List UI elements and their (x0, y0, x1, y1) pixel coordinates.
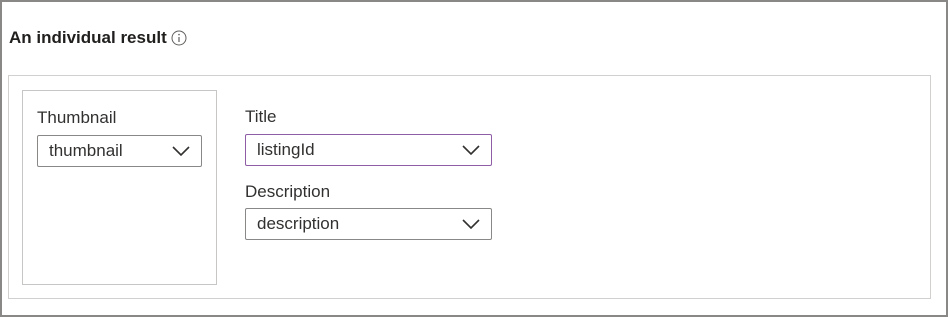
thumbnail-dropdown[interactable]: thumbnail (37, 135, 202, 167)
individual-result-page: An individual result Thumbnail thumbnail… (0, 0, 948, 317)
description-dropdown-value: description (257, 214, 340, 233)
thumbnail-dropdown-value: thumbnail (49, 141, 123, 160)
title-dropdown-value: listingId (257, 140, 315, 159)
title-label: Title (245, 107, 277, 126)
chevron-down-icon (461, 144, 481, 156)
thumbnail-label: Thumbnail (37, 108, 117, 127)
chevron-down-icon (461, 218, 481, 230)
chevron-down-icon (171, 145, 191, 157)
section-title: An individual result (9, 28, 167, 47)
title-dropdown[interactable]: listingId (245, 134, 492, 166)
description-label: Description (245, 182, 331, 201)
description-dropdown[interactable]: description (245, 208, 492, 240)
section-header: An individual result (9, 26, 188, 50)
info-icon[interactable] (171, 30, 188, 47)
